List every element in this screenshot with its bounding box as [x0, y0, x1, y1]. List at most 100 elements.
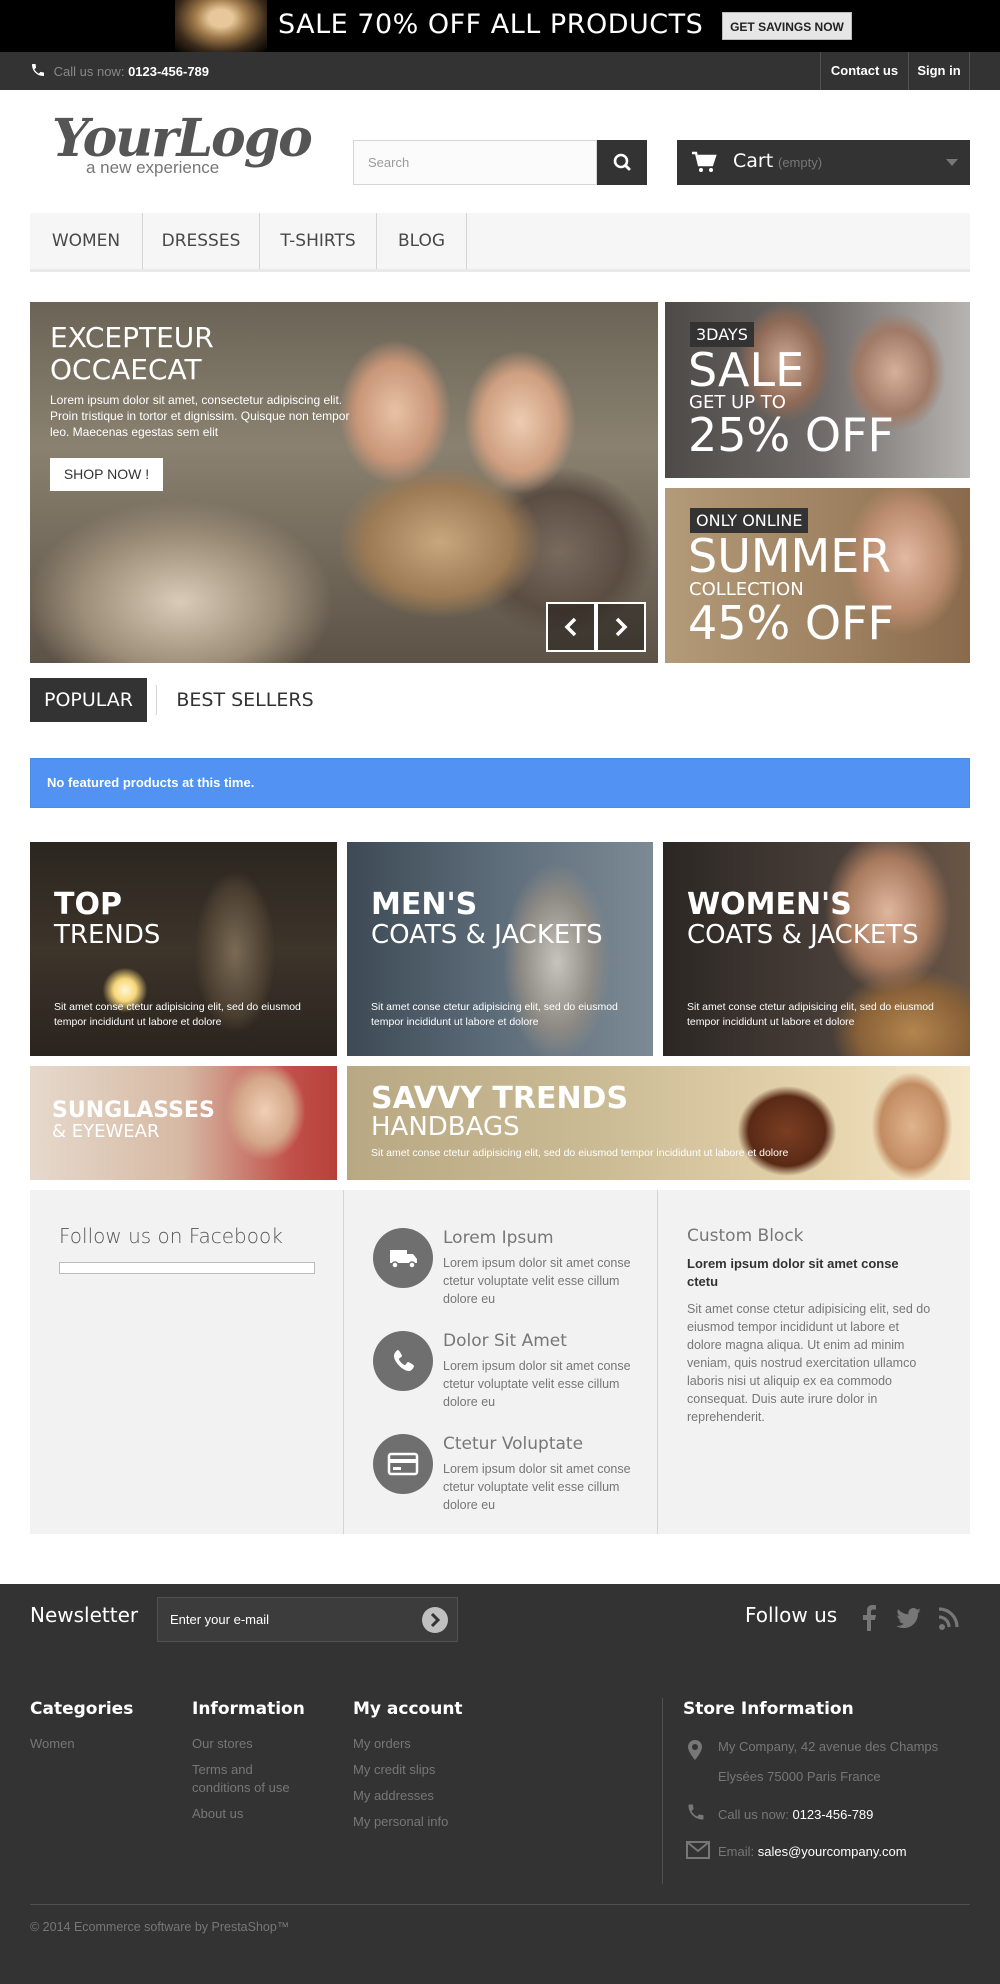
- promo-headline: SUMMER: [688, 529, 892, 583]
- tile-heading: SAVVY TRENDS: [371, 1081, 629, 1116]
- custom-block-text: Sit amet conse ctetur adipisicing elit, …: [687, 1302, 931, 1424]
- column-divider: [657, 1190, 658, 1534]
- search-button[interactable]: [597, 140, 647, 185]
- service-text: Lorem ipsum dolor sit amet conse ctetur …: [443, 1462, 631, 1512]
- tile-subheading: COATS & JACKETS: [371, 920, 603, 950]
- custom-block-title: Custom Block: [687, 1226, 804, 1246]
- footer-link-personal-info[interactable]: My personal info: [353, 1813, 448, 1831]
- tab-popular[interactable]: POPULAR: [30, 678, 147, 722]
- facebook-widget[interactable]: [59, 1262, 315, 1274]
- service-title: Ctetur Voluptate: [443, 1434, 584, 1454]
- main-menu: WOMEN DRESSES T-SHIRTS BLOG: [30, 213, 970, 272]
- tile-heading: TOP: [54, 887, 122, 922]
- promo-discount: 25% OFF: [688, 408, 894, 462]
- cart-label: Cart: [733, 150, 774, 172]
- banner-model-image: [175, 0, 267, 52]
- info-alert: No featured products at this time.: [30, 758, 970, 808]
- search-icon: [613, 153, 631, 171]
- footer-link-terms[interactable]: Terms and conditions of use: [192, 1761, 312, 1797]
- store-email: Email: sales@yourcompany.com: [718, 1837, 958, 1867]
- service-text: Lorem ipsum dolor sit amet conse ctetur …: [443, 1359, 631, 1409]
- banner-top-trends[interactable]: TOP TRENDS Sit amet conse ctetur adipisi…: [30, 842, 337, 1056]
- search-input[interactable]: [368, 141, 588, 184]
- slider-next-button[interactable]: [596, 602, 646, 652]
- footer-link-credit-slips[interactable]: My credit slips: [353, 1761, 435, 1779]
- phone-icon: [688, 1804, 704, 1820]
- footer-link-my-orders[interactable]: My orders: [353, 1735, 411, 1753]
- slider-title: EXCEPTEUR OCCAECAT: [50, 321, 214, 386]
- tile-heading: MEN'S: [371, 887, 478, 922]
- store-address: My Company, 42 avenue des Champs Elysées…: [718, 1739, 939, 1784]
- phone-icon: [373, 1331, 433, 1391]
- chevron-left-icon: [564, 617, 577, 637]
- logo-tagline: a new experience: [86, 158, 220, 177]
- footer-divider: [662, 1698, 663, 1884]
- promo-top-banner[interactable]: SALE 70% OFF ALL PRODUCTS GET SAVINGS NO…: [0, 0, 1000, 52]
- menu-item-dresses[interactable]: DRESSES: [143, 213, 260, 269]
- banner-handbags[interactable]: SAVVY TRENDS HANDBAGS Sit amet conse cte…: [347, 1066, 970, 1180]
- newsletter-field: [157, 1597, 458, 1642]
- newsletter-title: Newsletter: [30, 1603, 139, 1627]
- sign-in-link[interactable]: Sign in: [908, 52, 970, 90]
- store-phone-number: 0123-456-789: [792, 1807, 874, 1822]
- newsletter-submit-button[interactable]: [422, 1607, 448, 1633]
- promo-sale-banner[interactable]: 3DAYS SALE GET UP TO 25% OFF: [665, 302, 970, 478]
- slider-text: Lorem ipsum dolor sit amet, consectetur …: [50, 393, 350, 439]
- banner-headline: SALE 70% OFF ALL PRODUCTS: [278, 9, 704, 40]
- menu-item-women[interactable]: WOMEN: [30, 213, 143, 269]
- tab-best-sellers[interactable]: BEST SELLERS: [165, 678, 325, 722]
- tile-text: Sit amet conse ctetur adipisicing elit, …: [371, 1001, 618, 1028]
- banner-sunglasses[interactable]: SUNGLASSES & EYEWEAR: [30, 1066, 337, 1180]
- newsletter-bar: Newsletter Follow us: [0, 1584, 1000, 1654]
- chevron-down-icon: [946, 159, 958, 166]
- service-text: Lorem ipsum dolor sit amet conse ctetur …: [443, 1256, 631, 1306]
- follow-us-title: Follow us: [745, 1603, 838, 1627]
- get-savings-button[interactable]: GET SAVINGS NOW: [722, 12, 852, 40]
- store-email-link[interactable]: sales@yourcompany.com: [758, 1844, 907, 1859]
- footer-link-women[interactable]: Women: [30, 1735, 75, 1753]
- cart-status: (empty): [778, 155, 823, 170]
- store-email-label: Email:: [718, 1844, 755, 1859]
- column-divider: [343, 1190, 344, 1534]
- footer: Categories Women Information Our stores …: [0, 1654, 1000, 1984]
- footer-link-addresses[interactable]: My addresses: [353, 1787, 434, 1805]
- tile-text: Sit amet conse ctetur adipisicing elit, …: [54, 1001, 301, 1028]
- store-phone: Call us now: 0123-456-789: [718, 1800, 958, 1830]
- tile-heading: WOMEN'S: [687, 887, 852, 922]
- newsletter-email-input[interactable]: [170, 1598, 420, 1641]
- banner-mens-coats[interactable]: MEN'S COATS & JACKETS Sit amet conse cte…: [347, 842, 653, 1056]
- twitter-icon[interactable]: [895, 1601, 923, 1635]
- top-nav-bar: Call us now: 0123-456-789 Contact us Sig…: [0, 52, 1000, 90]
- credit-card-icon: [373, 1434, 433, 1494]
- cart-button[interactable]: Cart (empty): [677, 140, 970, 185]
- truck-icon: [373, 1228, 433, 1288]
- phone-number: 0123-456-789: [128, 64, 210, 79]
- footer-link-about-us[interactable]: About us: [192, 1805, 243, 1823]
- custom-block-subtitle: Lorem ipsum dolor sit amet conse ctetu: [687, 1256, 899, 1289]
- rss-icon[interactable]: [937, 1601, 961, 1635]
- footer-account-title: My account: [353, 1699, 463, 1719]
- promo-discount: 45% OFF: [688, 596, 894, 650]
- footer-store-title: Store Information: [683, 1699, 854, 1719]
- facebook-icon[interactable]: [860, 1601, 880, 1635]
- tile-subheading: & EYEWEAR: [52, 1121, 160, 1142]
- footer-rule: [30, 1904, 970, 1905]
- homepage-slider[interactable]: EXCEPTEUR OCCAECAT Lorem ipsum dolor sit…: [30, 302, 658, 663]
- facebook-block-title: Follow us on Facebook: [59, 1224, 283, 1248]
- menu-item-blog[interactable]: BLOG: [377, 213, 467, 269]
- banner-womens-coats[interactable]: WOMEN'S COATS & JACKETS Sit amet conse c…: [663, 842, 970, 1056]
- store-phone-label: Call us now:: [718, 1807, 789, 1822]
- tile-text: Sit amet conse ctetur adipisicing elit, …: [687, 1001, 934, 1028]
- footer-link-our-stores[interactable]: Our stores: [192, 1735, 253, 1753]
- promo-summer-banner[interactable]: ONLY ONLINE SUMMER COLLECTION 45% OFF: [665, 488, 970, 663]
- slider-prev-button[interactable]: [546, 602, 596, 652]
- search-box: [353, 140, 597, 185]
- phone-icon: [32, 64, 44, 76]
- menu-item-tshirts[interactable]: T-SHIRTS: [260, 213, 377, 269]
- logo[interactable]: YourLogo a new experience: [50, 108, 313, 183]
- shop-now-button[interactable]: SHOP NOW !: [50, 458, 163, 491]
- copyright[interactable]: © 2014 Ecommerce software by PrestaShop™: [30, 1920, 289, 1934]
- tile-heading: SUNGLASSES: [52, 1098, 215, 1123]
- map-marker-icon: [688, 1740, 702, 1760]
- contact-us-link[interactable]: Contact us: [820, 52, 908, 90]
